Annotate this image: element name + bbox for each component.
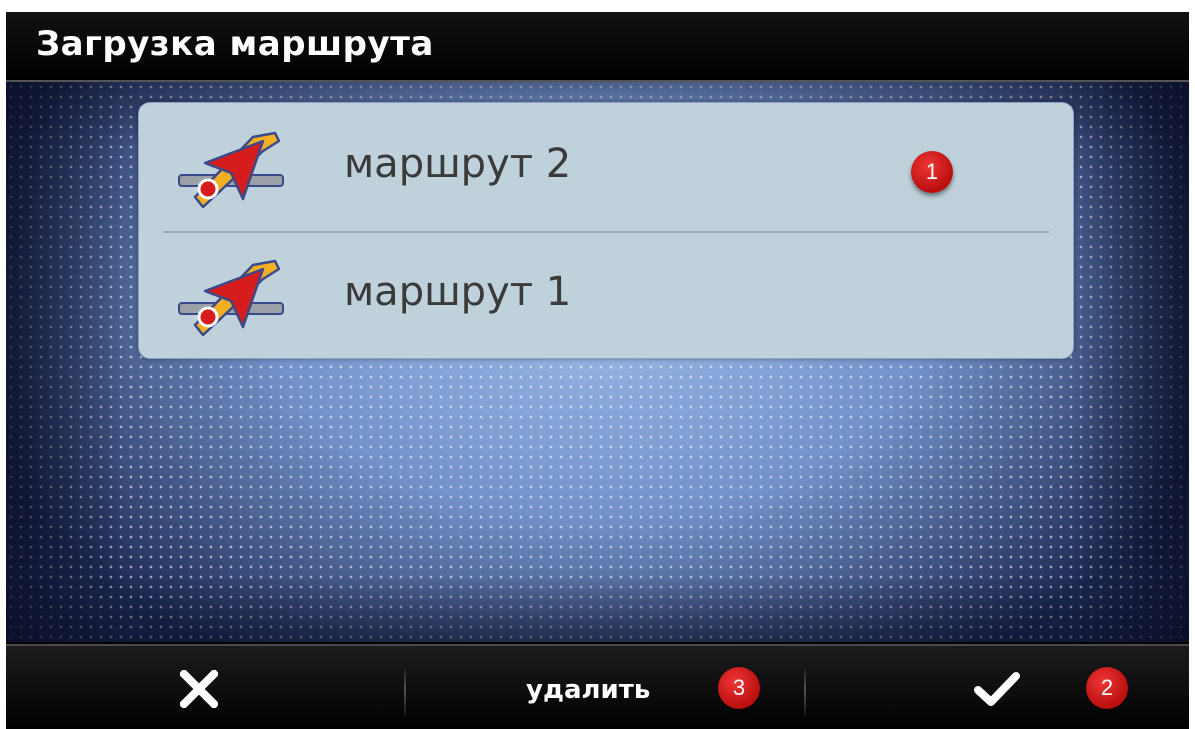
close-icon xyxy=(180,670,218,708)
annotation-badge-3: 3 xyxy=(718,667,760,709)
route-icon xyxy=(178,259,284,337)
route-icon xyxy=(178,131,284,209)
check-icon xyxy=(974,672,1020,706)
confirm-button[interactable]: 2 xyxy=(806,646,1189,729)
route-name: маршрут 1 xyxy=(344,269,572,315)
route-name: маршрут 2 xyxy=(344,141,572,187)
route-item[interactable]: маршрут 2 1 xyxy=(139,103,1073,231)
bottom-toolbar: удалить 3 2 xyxy=(6,644,1189,729)
navigation-screen: Загрузка маршрута маршрут 2 1 маршрут 1 … xyxy=(6,12,1189,729)
main-area: маршрут 2 1 маршрут 1 xyxy=(6,82,1189,642)
page-title: Загрузка маршрута xyxy=(36,24,434,64)
annotation-badge-1: 1 xyxy=(911,151,953,193)
title-bar: Загрузка маршрута xyxy=(6,12,1189,82)
route-list: маршрут 2 1 маршрут 1 xyxy=(138,102,1074,359)
annotation-badge-2: 2 xyxy=(1086,667,1128,709)
close-button[interactable] xyxy=(6,646,404,729)
delete-label: удалить xyxy=(526,675,651,705)
delete-button[interactable]: удалить 3 xyxy=(406,646,804,729)
route-item[interactable]: маршрут 1 xyxy=(139,231,1073,359)
